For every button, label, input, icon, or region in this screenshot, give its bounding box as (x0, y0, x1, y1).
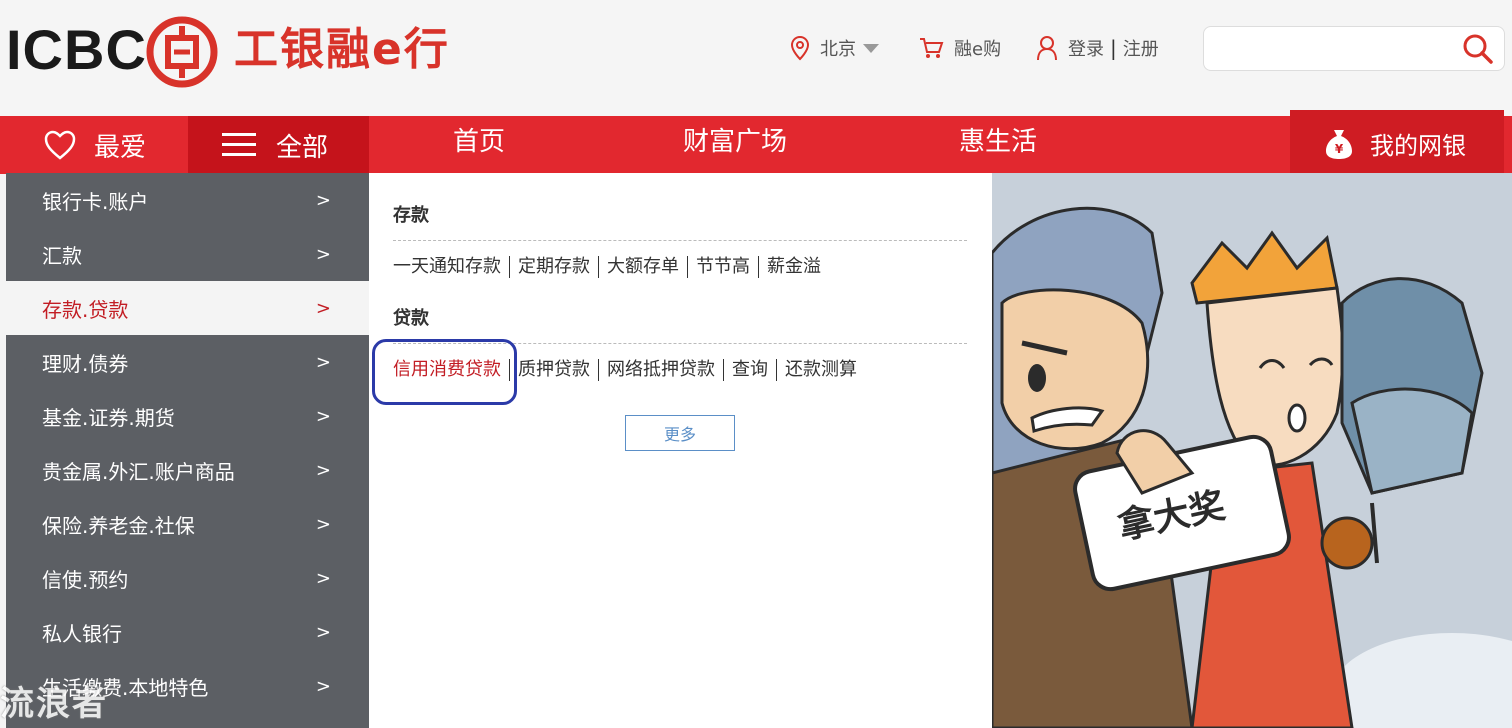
all-categories-button[interactable]: 全部 (188, 116, 369, 174)
chevron-right-icon: > (315, 243, 331, 265)
user-icon (1037, 36, 1057, 61)
link-repayment-calculator[interactable]: 还款测算 (776, 359, 865, 381)
divider (393, 240, 967, 241)
sidebar-item-label: 汇款 (42, 243, 82, 268)
icbc-logo-text[interactable]: ICBC (6, 22, 147, 78)
sidebar-item-metals-fx[interactable]: 贵金属.外汇.账户商品 > (6, 443, 369, 497)
promo-banner[interactable]: 拿大奖 (992, 173, 1512, 728)
deposit-section-title: 存款 (393, 205, 429, 226)
chevron-right-icon: > (315, 567, 331, 589)
sidebar-item-label: 保险.养老金.社保 (42, 513, 195, 538)
search-box (1203, 26, 1505, 71)
sidebar-item-messenger[interactable]: 信使.预约 > (6, 551, 369, 605)
register-link[interactable]: 注册 (1123, 35, 1159, 61)
cart-icon (920, 38, 944, 58)
logo-chinese-name[interactable]: 工银融e行 (234, 24, 450, 76)
mall-link[interactable]: 融e购 (918, 34, 1001, 62)
link-jiejiegao[interactable]: 节节高 (687, 256, 758, 278)
link-xinjinyi[interactable]: 薪金溢 (758, 256, 829, 278)
sidebar-item-insurance-pension[interactable]: 保险.养老金.社保 > (6, 497, 369, 551)
link-query[interactable]: 查询 (723, 359, 776, 381)
money-bag-icon: ¥ (1326, 130, 1352, 159)
chevron-right-icon: > (315, 351, 331, 373)
search-icon[interactable] (1462, 33, 1494, 65)
chevron-right-icon: > (315, 513, 331, 535)
deposit-links: 一天通知存款 定期存款 大额存单 节节高 薪金溢 (393, 256, 829, 278)
sidebar-item-label: 贵金属.外汇.账户商品 (42, 459, 235, 484)
sidebar-item-label: 理财.债券 (42, 351, 129, 376)
category-sidebar: 银行卡.账户 > 汇款 > 存款.贷款 > 理财.债券 > 基金.证券.期货 > 贵金属.… (6, 173, 369, 728)
sidebar-item-deposit-loan[interactable]: 存款.贷款 > (6, 281, 369, 335)
link-fixed-deposit[interactable]: 定期存款 (509, 256, 598, 278)
deposit-loan-panel: 存款 一天通知存款 定期存款 大额存单 节节高 薪金溢 贷款 信用消费贷款 质押… (369, 173, 992, 728)
heart-icon (44, 130, 76, 160)
location-selector[interactable]: 北京 (790, 34, 880, 62)
svg-text:¥: ¥ (1335, 142, 1344, 156)
separator: | (1110, 36, 1117, 60)
mall-label: 融e购 (954, 39, 1002, 60)
favorites-label: 最爱 (94, 132, 147, 163)
link-online-mortgage-loan[interactable]: 网络抵押贷款 (598, 359, 723, 381)
link-pledge-loan[interactable]: 质押贷款 (509, 359, 598, 381)
sidebar-item-label: 存款.贷款 (42, 297, 129, 322)
more-button[interactable]: 更多 (625, 415, 735, 451)
icbc-logo-icon[interactable] (146, 16, 218, 88)
my-bank-button[interactable]: ¥ 我的网银 (1290, 110, 1504, 176)
menu-icon (222, 133, 256, 156)
favorites-button[interactable]: 最爱 (0, 116, 186, 174)
chevron-right-icon: > (315, 459, 331, 481)
nav-home[interactable]: 首页 (453, 116, 505, 168)
chevron-right-icon: > (315, 405, 331, 427)
location-label: 北京 (820, 39, 856, 60)
sidebar-item-remittance[interactable]: 汇款 > (6, 227, 369, 281)
sidebar-item-funds-securities[interactable]: 基金.证券.期货 > (6, 389, 369, 443)
sidebar-item-label: 基金.证券.期货 (42, 405, 175, 430)
sidebar-item-wealth-bonds[interactable]: 理财.债券 > (6, 335, 369, 389)
chevron-right-icon: > (315, 621, 331, 643)
nav-life[interactable]: 惠生活 (959, 116, 1037, 168)
banner-illustration: 拿大奖 (992, 173, 1512, 728)
main-nav: 最爱 全部 首页 财富广场 惠生活 ¥ 我的网银 (0, 110, 1512, 176)
watermark-text: 流浪者 (0, 684, 108, 724)
nav-wealth[interactable]: 财富广场 (683, 116, 787, 168)
link-large-cd[interactable]: 大额存单 (598, 256, 687, 278)
site-header: ICBC 工银融e行 北京 融e购 登录 | 注册 (0, 0, 1512, 116)
sidebar-item-label: 信使.预约 (42, 567, 129, 592)
sidebar-item-cards-accounts[interactable]: 银行卡.账户 > (6, 173, 369, 227)
login-link[interactable]: 登录 (1068, 35, 1104, 61)
sidebar-item-label: 私人银行 (42, 621, 122, 646)
sidebar-item-label: 银行卡.账户 (42, 189, 149, 214)
loan-section-title: 贷款 (393, 308, 429, 329)
chevron-right-icon: > (315, 189, 331, 211)
sidebar-item-private-banking[interactable]: 私人银行 > (6, 605, 369, 659)
all-label: 全部 (276, 132, 329, 163)
chevron-right-icon: > (315, 297, 331, 319)
caret-down-icon (863, 44, 879, 53)
chevron-right-icon: > (315, 675, 331, 697)
annotation-circle (372, 339, 517, 405)
location-pin-icon (790, 35, 810, 61)
my-bank-label: 我的网银 (1370, 131, 1466, 160)
account-links: 登录 | 注册 (1036, 34, 1159, 62)
search-input[interactable] (1214, 35, 1454, 63)
link-one-day-notice[interactable]: 一天通知存款 (393, 256, 509, 278)
